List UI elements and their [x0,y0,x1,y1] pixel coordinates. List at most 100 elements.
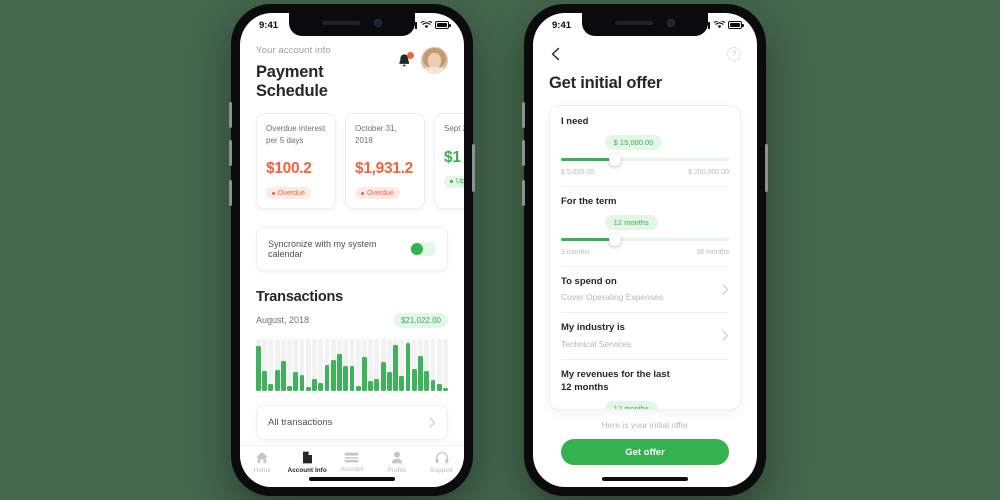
status-badge-label: Overdue [367,189,394,197]
slider-min-label: 3 months [561,248,590,256]
sidebar-item-home[interactable]: Home [240,451,284,474]
payment-card-amount: $1,931.2 [355,160,413,178]
header-actions [397,45,448,74]
bar-slot [355,338,361,391]
sync-calendar-toggle[interactable] [409,241,436,256]
payment-card-date: Overdue interest per 5 days [266,124,326,145]
chart-bar [399,376,405,391]
field-my-revenues[interactable]: My revenues for the last 12 months 12 mo… [561,369,729,409]
divider [561,312,729,314]
status-badge: Up [444,175,464,188]
sidebar-item-support[interactable]: Support [420,451,464,474]
screen-header: Your account info Payment Schedule [240,37,464,101]
card-icon [345,452,359,463]
payment-cards-carousel[interactable]: Overdue interest per 5 days $100.2 Overd… [240,101,464,213]
bar-slot [368,338,374,391]
slider-min-label: $ 5,000.00 [561,168,595,176]
chart-bar [293,371,299,391]
chart-bar [312,379,317,391]
chart-bar [256,345,261,391]
amount-slider[interactable] [561,153,729,166]
bar-slot [293,338,299,391]
chart-bar [299,374,305,391]
all-transactions-row[interactable]: All transactions [256,404,448,440]
avatar[interactable] [421,47,448,74]
field-for-the-term[interactable]: For the term 12 months 3 months 36 month… [561,196,729,256]
transactions-bar-chart [256,338,448,391]
bar-slot [380,338,386,391]
field-my-industry[interactable]: My industry is Technical Services [561,322,729,349]
bar-slot [299,338,305,391]
transactions-month: August, 2018 [256,315,310,326]
chart-bar [380,362,386,391]
bar-slot [312,338,317,391]
status-time: 9:41 [259,19,279,31]
field-value: Technical Services [561,339,632,350]
chart-bar [424,370,430,391]
all-transactions-label: All transactions [268,416,333,428]
status-time: 9:41 [552,19,572,31]
chart-bar [324,364,330,391]
page-title: Get initial offer [549,74,663,92]
bar-slot [436,338,442,391]
tab-label: Account Info [287,467,327,474]
offer-note: Here is your initial offer [601,420,689,430]
status-badge: Overdue [355,187,400,200]
chart-bar [430,380,436,391]
field-value-bubble: 12 months [604,400,658,409]
term-slider[interactable] [561,233,729,246]
chart-bar [443,388,448,391]
bar-slot [318,338,324,391]
sync-calendar-row[interactable]: Syncronize with my system calendar [256,226,448,271]
bar-slot [374,338,380,391]
payment-card[interactable]: Sept 31, 2 $1 Up [434,113,464,209]
chevron-right-icon [722,330,729,341]
bar-slot [256,338,261,391]
status-dot-icon [450,180,453,184]
chevron-left-icon[interactable] [549,47,563,61]
chart-bar [361,357,367,391]
field-i-need[interactable]: I need $ 15,000.00 $ 5,000.00 $ 250,000.… [561,116,729,176]
tab-label: Profile [387,467,406,474]
bar-slot [411,338,417,391]
bar-slot [418,338,423,391]
bar-slot [337,338,342,391]
sidebar-item-profile[interactable]: Profile [375,451,419,474]
chart-bar [280,360,286,391]
slider-max-label: 36 months [696,248,729,256]
sidebar-item-account[interactable]: Account [330,452,374,473]
chart-bar [287,385,293,391]
bar-slot [399,338,405,391]
status-dot-icon [361,191,364,195]
chart-bar [355,386,361,391]
field-value: Cover Operating Expenses [561,292,664,303]
notification-bell-icon[interactable] [397,51,414,69]
sidebar-item-account-info[interactable]: Account Info [285,451,329,474]
front-camera [374,19,382,27]
page-title: Payment Schedule [256,63,328,100]
chart-bar [418,356,423,391]
bar-slot [330,338,336,391]
payment-card[interactable]: Overdue interest per 5 days $100.2 Overd… [256,113,336,209]
chart-bar [262,370,268,391]
bar-slot [393,338,398,391]
bar-slot [262,338,268,391]
headset-icon [435,451,449,463]
status-badge-label: Up [456,178,464,186]
bar-slot [430,338,436,391]
field-to-spend-on[interactable]: To spend on Cover Operating Expenses [561,276,729,303]
help-button[interactable]: ? [727,47,741,61]
payment-schedule-screen: Your account info Payment Schedule Overd… [240,13,464,487]
payment-card[interactable]: October 31, 2018 $1,931.2 Overdue [345,113,425,209]
battery-full-icon [435,21,451,29]
bar-slot [349,338,355,391]
bar-slot [361,338,367,391]
field-label: My revenues for the last 12 months [561,369,670,394]
field-label: For the term [561,195,617,207]
transactions-summary: August, 2018 $21,022.00 [256,312,448,328]
home-indicator [309,477,395,481]
chart-bar [318,383,324,391]
bar-slot [305,338,311,391]
bar-slot [343,338,349,391]
get-offer-button[interactable]: Get offer [561,439,729,465]
